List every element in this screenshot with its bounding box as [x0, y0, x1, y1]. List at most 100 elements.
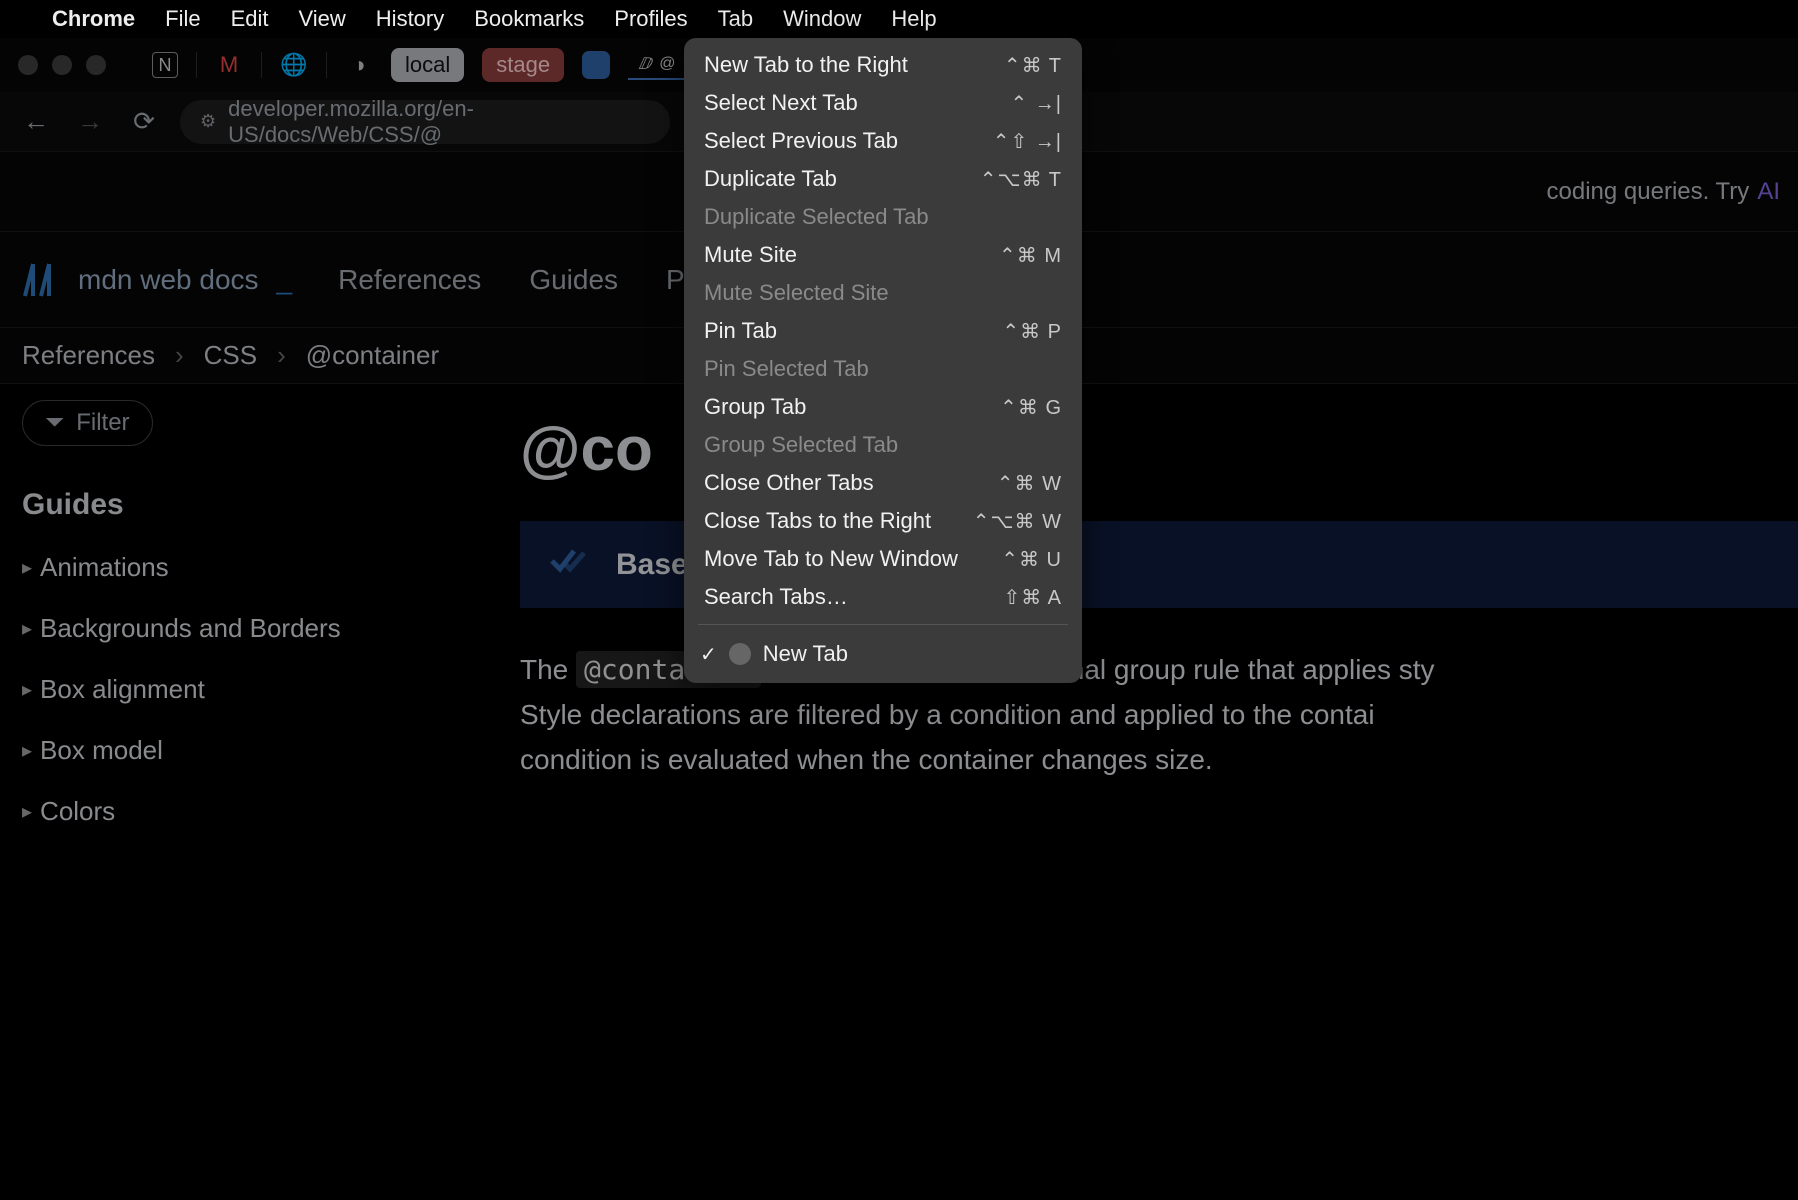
macos-menubar: Chrome File Edit View History Bookmarks …	[0, 0, 1798, 38]
menubar-help[interactable]: Help	[891, 6, 936, 32]
maximize-window-icon[interactable]	[86, 55, 106, 75]
menu-item-label: Move Tab to New Window	[704, 546, 958, 572]
menu-item-shortcut: ⌃⌘ W	[997, 471, 1062, 496]
chevron-right-icon: ›	[277, 340, 286, 371]
menu-item-label: Select Previous Tab	[704, 128, 898, 154]
menubar-app-name[interactable]: Chrome	[52, 6, 135, 32]
breadcrumb-container[interactable]: @container	[306, 340, 439, 371]
menu-item-shortcut: ⌃⌘ U	[1001, 547, 1062, 572]
tab-menu-item[interactable]: Move Tab to New Window ⌃⌘ U	[684, 540, 1082, 578]
github-tab-icon[interactable]: ◑	[345, 51, 373, 79]
site-settings-icon[interactable]: ⚙	[200, 111, 216, 132]
filter-button[interactable]: ⏷ Filter	[22, 400, 153, 446]
tab-menu-item[interactable]: Mute Site ⌃⌘ M	[684, 236, 1082, 274]
breadcrumb-css[interactable]: CSS	[204, 340, 257, 371]
tab-menu-item: Pin Selected Tab	[684, 350, 1082, 388]
tab-menu-item[interactable]: Select Previous Tab ⌃⇧ →|	[684, 122, 1082, 160]
mdn-m-icon: ⅅ	[638, 54, 651, 74]
mdn-logo-cursor: _	[277, 264, 293, 296]
menu-item-label: Group Selected Tab	[704, 432, 898, 458]
chrome-icon	[729, 643, 751, 665]
sidebar-item-animations[interactable]: Animations	[22, 552, 498, 583]
menu-item-label: New Tab to the Right	[704, 52, 908, 78]
stage-chip[interactable]: stage	[482, 48, 564, 82]
tab-menu-item: Duplicate Selected Tab	[684, 198, 1082, 236]
menubar-file[interactable]: File	[165, 6, 200, 32]
mdn-logo[interactable]: mdn web docs _	[22, 262, 292, 298]
nav-references[interactable]: References	[338, 264, 481, 296]
sidebar-item-colors[interactable]: Colors	[22, 796, 498, 827]
menu-item-label: Duplicate Selected Tab	[704, 204, 929, 230]
menu-item-label: Select Next Tab	[704, 90, 858, 116]
tab-menu-item[interactable]: Select Next Tab ⌃ →|	[684, 84, 1082, 122]
tab-menu-item: Group Selected Tab	[684, 426, 1082, 464]
menu-item-label: Mute Selected Site	[704, 280, 889, 306]
sidebar-heading: Guides	[22, 488, 498, 522]
notion-tab-icon[interactable]: N	[152, 52, 178, 78]
mdn-logo-icon	[22, 262, 64, 298]
tab-menu-current-tab[interactable]: ✓New Tab	[684, 633, 1082, 675]
url-text: developer.mozilla.org/en-US/docs/Web/CSS…	[228, 96, 650, 148]
menubar-edit[interactable]: Edit	[231, 6, 269, 32]
tab-menu-item[interactable]: Duplicate Tab ⌃⌥⌘ T	[684, 160, 1082, 198]
menu-item-label: Pin Selected Tab	[704, 356, 869, 382]
menu-item-shortcut: ⌃⌥⌘ T	[980, 167, 1062, 192]
menubar-view[interactable]: View	[299, 6, 346, 32]
menubar-tab[interactable]: Tab	[718, 6, 753, 32]
gmail-tab-icon[interactable]: M	[215, 51, 243, 79]
address-bar[interactable]: ⚙ developer.mozilla.org/en-US/docs/Web/C…	[180, 100, 670, 144]
menu-item-label: Mute Site	[704, 242, 797, 268]
tab-menu-dropdown: New Tab to the Right ⌃⌘ T Select Next Tab ⌃…	[684, 38, 1082, 683]
banner-ai-link[interactable]: AI	[1757, 178, 1780, 206]
tab-menu-item[interactable]: New Tab to the Right ⌃⌘ T	[684, 46, 1082, 84]
mdn-logo-text: mdn web docs	[78, 264, 259, 296]
minimize-window-icon[interactable]	[52, 55, 72, 75]
sidebar-item-backgrounds[interactable]: Backgrounds and Borders	[22, 613, 498, 644]
menu-item-shortcut: ⌃ →|	[1010, 91, 1062, 116]
banner-text: coding queries. Try	[1547, 178, 1750, 206]
check-icon: ✓	[700, 642, 717, 667]
menu-item-shortcut: ⌃⇧ →|	[993, 129, 1062, 154]
menu-item-shortcut: ⌃⌥⌘ W	[973, 509, 1062, 534]
sidebar-item-box-model[interactable]: Box model	[22, 735, 498, 766]
tab-menu-item[interactable]: Search Tabs…⇧⌘ A	[684, 578, 1082, 616]
menu-item-label: Pin Tab	[704, 318, 777, 344]
menu-item-label: Close Other Tabs	[704, 470, 874, 496]
mdn-nav: References Guides Plus	[338, 264, 720, 296]
blue-square-tab-icon[interactable]	[582, 51, 610, 79]
local-chip[interactable]: local	[391, 48, 464, 82]
tab-menu-item[interactable]: Close Other Tabs ⌃⌘ W	[684, 464, 1082, 502]
sidebar-item-box-alignment[interactable]: Box alignment	[22, 674, 498, 705]
menu-item-label: Duplicate Tab	[704, 166, 837, 192]
tab-menu-item[interactable]: Close Tabs to the Right ⌃⌥⌘ W	[684, 502, 1082, 540]
menu-item-shortcut: ⌃⌘ P	[1002, 319, 1062, 344]
funnel-icon: ⏷	[45, 409, 64, 437]
globe-tab-icon[interactable]: 🌐	[280, 51, 308, 79]
chevron-right-icon: ›	[175, 340, 184, 371]
nav-guides[interactable]: Guides	[529, 264, 618, 296]
menubar-history[interactable]: History	[376, 6, 444, 32]
menu-separator	[698, 624, 1068, 625]
tab-separator	[196, 52, 197, 78]
menu-item-label: Close Tabs to the Right	[704, 508, 931, 534]
back-button[interactable]: ←	[18, 106, 54, 137]
tab-menu-item[interactable]: Pin Tab ⌃⌘ P	[684, 312, 1082, 350]
tab-separator	[326, 52, 327, 78]
menu-item-label: Group Tab	[704, 394, 806, 420]
breadcrumb-references[interactable]: References	[22, 340, 155, 371]
reload-button[interactable]: ⟳	[126, 106, 162, 137]
tab-separator	[261, 52, 262, 78]
window-traffic-lights[interactable]	[18, 55, 106, 75]
menubar-bookmarks[interactable]: Bookmarks	[474, 6, 584, 32]
menu-item-shortcut: ⇧⌘ A	[1003, 585, 1062, 610]
menubar-profiles[interactable]: Profiles	[614, 6, 687, 32]
menu-item-shortcut: ⌃⌘ M	[999, 243, 1062, 268]
menubar-window[interactable]: Window	[783, 6, 861, 32]
menu-item-shortcut: ⌃⌘ T	[1004, 53, 1062, 78]
sidebar: ⏷ Filter Guides Animations Backgrounds a…	[0, 384, 520, 1200]
close-window-icon[interactable]	[18, 55, 38, 75]
tab-menu-item[interactable]: Group Tab⌃⌘ G	[684, 388, 1082, 426]
baseline-check-icon	[550, 545, 590, 584]
forward-button[interactable]: →	[72, 106, 108, 137]
active-tab[interactable]: ⅅ @	[628, 50, 685, 80]
